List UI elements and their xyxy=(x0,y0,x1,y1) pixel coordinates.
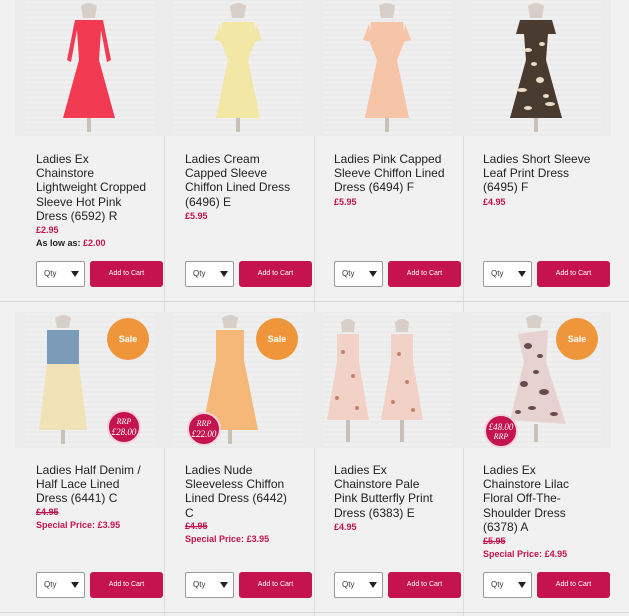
qty-label: Qty xyxy=(342,269,355,278)
row-divider xyxy=(0,301,629,302)
add-to-cart-button[interactable]: Add to Cart xyxy=(388,572,461,598)
qty-label: Qty xyxy=(491,269,504,278)
qty-label: Qty xyxy=(491,580,504,589)
special-price-value: £3.95 xyxy=(246,534,270,544)
as-low-as-text: As low as: £2.00 xyxy=(36,238,106,248)
product-image[interactable] xyxy=(462,0,611,136)
product-old-price: £5.95 xyxy=(483,536,506,546)
sale-badge: Sale xyxy=(256,318,298,360)
rrp-badge: RRP £22.00 xyxy=(187,412,221,446)
product-title[interactable]: Ladies Ex Chainstore Lilac Floral Off-Th… xyxy=(483,463,595,534)
chevron-down-icon xyxy=(71,582,79,588)
as-low-label: As low as: xyxy=(36,238,81,248)
special-price: Special Price: £3.95 xyxy=(36,520,120,530)
chevron-down-icon xyxy=(220,271,228,277)
rrp-badge: £48.00 RRP xyxy=(484,414,518,448)
chevron-down-icon xyxy=(369,582,377,588)
rrp-value: £28.00 xyxy=(111,427,137,437)
qty-select[interactable]: Qty xyxy=(36,572,85,598)
rrp-label: RRP xyxy=(196,419,212,428)
add-to-cart-button[interactable]: Add to Cart xyxy=(239,572,312,598)
special-price-value: £3.95 xyxy=(97,520,121,530)
chevron-down-icon xyxy=(518,271,526,277)
chevron-down-icon xyxy=(518,582,526,588)
qty-label: Qty xyxy=(44,580,57,589)
product-price: £2.95 xyxy=(36,225,59,235)
product-title[interactable]: Ladies Nude Sleeveless Chiffon Lined Dre… xyxy=(185,463,297,520)
leaf-print-dress-image xyxy=(510,3,562,132)
old-price: £5.95 xyxy=(483,536,506,546)
add-to-cart-button[interactable]: Add to Cart xyxy=(239,261,312,287)
product-old-price: £4.95 xyxy=(36,507,59,517)
butterfly-print-dress-image xyxy=(327,319,423,442)
product-price: £4.95 xyxy=(483,197,506,207)
row-divider xyxy=(0,612,629,613)
rrp-value: £48.00 xyxy=(488,422,514,432)
qty-label: Qty xyxy=(44,269,57,278)
chevron-down-icon xyxy=(220,582,228,588)
special-label: Special Price: xyxy=(483,549,543,559)
product-old-price: £4.95 xyxy=(185,521,208,531)
rrp-label: RRP xyxy=(493,432,509,441)
add-to-cart-button[interactable]: Add to Cart xyxy=(90,261,163,287)
pink-dress-image xyxy=(363,3,411,132)
rrp-value: £22.00 xyxy=(191,429,217,439)
product-price: £5.95 xyxy=(185,211,208,221)
qty-select[interactable]: Qty xyxy=(334,261,383,287)
qty-label: Qty xyxy=(193,580,206,589)
add-to-cart-button[interactable]: Add to Cart xyxy=(388,261,461,287)
rrp-label: RRP xyxy=(116,417,132,426)
special-label: Special Price: xyxy=(36,520,96,530)
special-price-value: £4.95 xyxy=(544,549,568,559)
qty-select[interactable]: Qty xyxy=(36,261,85,287)
qty-select[interactable]: Qty xyxy=(483,261,532,287)
product-title[interactable]: Ladies Half Denim / Half Lace Lined Dres… xyxy=(36,463,148,506)
sale-badge: Sale xyxy=(107,318,149,360)
qty-select[interactable]: Qty xyxy=(483,572,532,598)
product-image[interactable] xyxy=(313,312,462,448)
qty-label: Qty xyxy=(342,580,355,589)
rrp-badge: RRP £28.00 xyxy=(107,410,141,444)
special-price: Special Price: £4.95 xyxy=(483,549,567,559)
special-label: Special Price: xyxy=(185,534,245,544)
cream-dress-image xyxy=(214,3,262,132)
hot-pink-dress-image xyxy=(63,3,115,132)
product-title[interactable]: Ladies Ex Chainstore Pale Pink Butterfly… xyxy=(334,463,446,520)
sale-badge: Sale xyxy=(556,318,598,360)
old-price: £4.95 xyxy=(36,507,59,517)
add-to-cart-button[interactable]: Add to Cart xyxy=(537,572,610,598)
qty-label: Qty xyxy=(193,269,206,278)
product-title[interactable]: Ladies Cream Capped Sleeve Chiffon Lined… xyxy=(185,152,297,209)
product-image[interactable] xyxy=(15,0,164,136)
product-title[interactable]: Ladies Pink Capped Sleeve Chiffon Lined … xyxy=(334,152,446,195)
qty-select[interactable]: Qty xyxy=(334,572,383,598)
product-price: £4.95 xyxy=(334,522,357,532)
product-price: £5.95 xyxy=(334,197,357,207)
product-title[interactable]: Ladies Short Sleeve Leaf Print Dress (64… xyxy=(483,152,595,195)
dress-shape xyxy=(63,20,115,118)
add-to-cart-button[interactable]: Add to Cart xyxy=(537,261,610,287)
product-title[interactable]: Ladies Ex Chainstore Lightweight Cropped… xyxy=(36,152,148,223)
old-price: £4.95 xyxy=(185,521,208,531)
qty-select[interactable]: Qty xyxy=(185,572,234,598)
special-price: Special Price: £3.95 xyxy=(185,534,269,544)
product-grid: Ladies Ex Chainstore Lightweight Cropped… xyxy=(0,0,629,616)
chevron-down-icon xyxy=(71,271,79,277)
qty-select[interactable]: Qty xyxy=(185,261,234,287)
as-low-price: £2.00 xyxy=(83,238,106,248)
chevron-down-icon xyxy=(369,271,377,277)
product-image[interactable] xyxy=(313,0,462,136)
product-image[interactable] xyxy=(164,0,313,136)
add-to-cart-button[interactable]: Add to Cart xyxy=(90,572,163,598)
